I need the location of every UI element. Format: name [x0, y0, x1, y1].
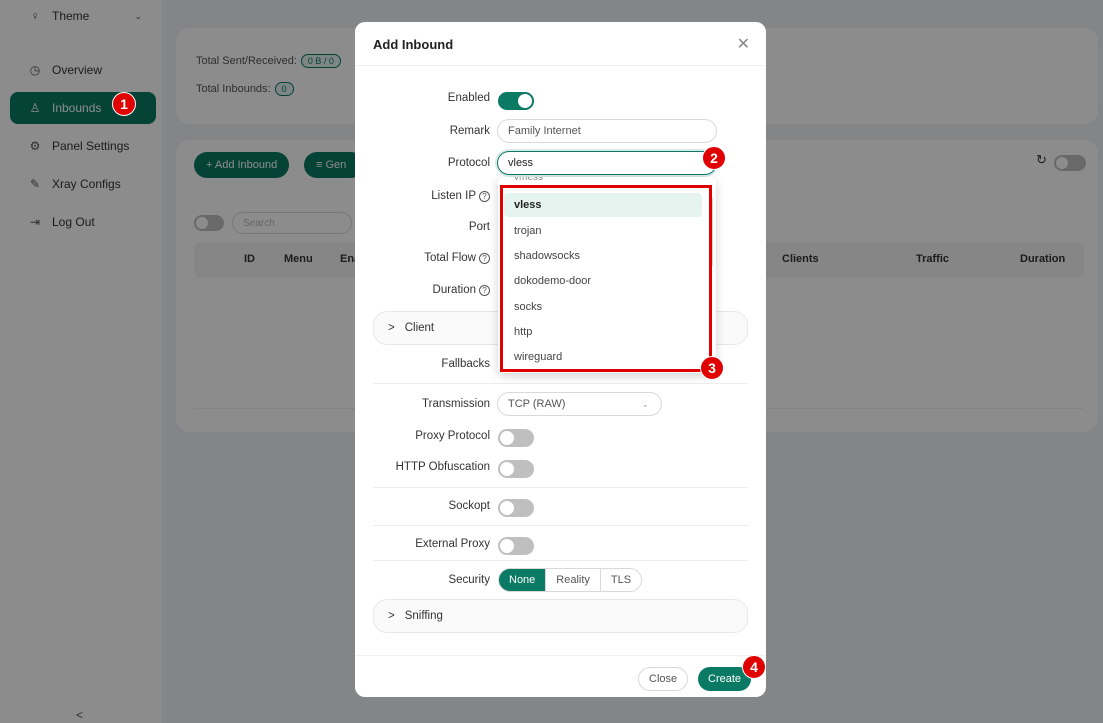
- help-icon[interactable]: ?: [479, 284, 490, 296]
- duration-label: Duration?: [355, 284, 490, 296]
- close-icon[interactable]: ✕: [737, 34, 750, 54]
- label-text: Fallbacks: [441, 358, 490, 370]
- proxy-protocol-switch[interactable]: [498, 429, 534, 447]
- external-proxy-label: External Proxy: [355, 538, 490, 550]
- help-icon[interactable]: ?: [479, 190, 490, 202]
- help-icon[interactable]: ?: [479, 252, 490, 264]
- security-option-reality[interactable]: Reality: [545, 569, 600, 591]
- label-text: Remark: [449, 125, 490, 137]
- label-text: HTTP Obfuscation: [395, 461, 490, 473]
- divider: [373, 383, 748, 384]
- label-text: Sockopt: [448, 500, 490, 512]
- sockopt-switch[interactable]: [498, 499, 534, 517]
- section-title: Sniffing: [404, 610, 443, 622]
- label-text: External Proxy: [415, 538, 490, 550]
- remark-input[interactable]: Family Internet: [497, 119, 717, 143]
- transmission-select-value: TCP (RAW): [508, 398, 566, 410]
- divider: [373, 560, 748, 561]
- modal-header: Add Inbound ✕: [355, 22, 766, 66]
- modal-footer: Close Create: [355, 655, 766, 697]
- label-text: Protocol: [447, 157, 490, 169]
- external-proxy-switch[interactable]: [498, 537, 534, 555]
- label-text: Enabled: [447, 92, 490, 104]
- divider: [373, 487, 748, 488]
- transmission-select[interactable]: TCP (RAW) ⌄: [497, 392, 662, 416]
- proxy-protocol-label: Proxy Protocol: [355, 430, 490, 442]
- security-option-none[interactable]: None: [499, 569, 546, 591]
- sockopt-label: Sockopt: [355, 500, 490, 512]
- annotation-badge-3: 3: [700, 356, 724, 380]
- sniffing-section-toggle[interactable]: > Sniffing: [373, 599, 748, 633]
- total-flow-label: Total Flow?: [355, 252, 490, 264]
- http-obfuscation-label: HTTP Obfuscation: [355, 461, 490, 473]
- annotation-badge-2: 2: [702, 146, 726, 170]
- divider: [373, 525, 748, 526]
- protocol-label: Protocol: [355, 157, 490, 169]
- security-segmented-control: None Reality TLS: [498, 568, 643, 592]
- label-text: Total Flow: [424, 252, 476, 264]
- port-label: Port: [355, 221, 490, 233]
- section-title: Client: [404, 322, 435, 334]
- annotation-highlight-box: [500, 185, 712, 372]
- chevron-down-icon: ⌄: [641, 398, 649, 409]
- annotation-badge-4: 4: [742, 655, 766, 679]
- security-option-tls[interactable]: TLS: [599, 569, 641, 591]
- security-label: Security: [355, 574, 490, 586]
- label-text: Security: [448, 574, 490, 586]
- label-text: Transmission: [422, 398, 490, 410]
- chevron-right-icon: >: [388, 322, 395, 334]
- label-text: Listen IP: [431, 190, 476, 202]
- dropdown-option-vmess[interactable]: vmess: [504, 177, 702, 183]
- modal-title: Add Inbound: [373, 37, 454, 52]
- protocol-select[interactable]: vless: [497, 151, 717, 175]
- remark-label: Remark: [355, 125, 490, 137]
- label-text: Port: [468, 221, 490, 233]
- fallbacks-label: Fallbacks: [355, 358, 490, 370]
- annotation-badge-1: 1: [112, 92, 136, 116]
- protocol-select-value: vless: [508, 157, 534, 169]
- enabled-label: Enabled: [355, 92, 490, 104]
- chevron-right-icon: >: [388, 610, 395, 622]
- label-text: Duration: [432, 284, 476, 296]
- http-obfuscation-switch[interactable]: [498, 460, 534, 478]
- close-button[interactable]: Close: [638, 667, 689, 691]
- label-text: Proxy Protocol: [415, 430, 490, 442]
- listen-ip-label: Listen IP?: [355, 190, 490, 202]
- enabled-switch[interactable]: [498, 92, 534, 110]
- transmission-label: Transmission: [355, 398, 490, 410]
